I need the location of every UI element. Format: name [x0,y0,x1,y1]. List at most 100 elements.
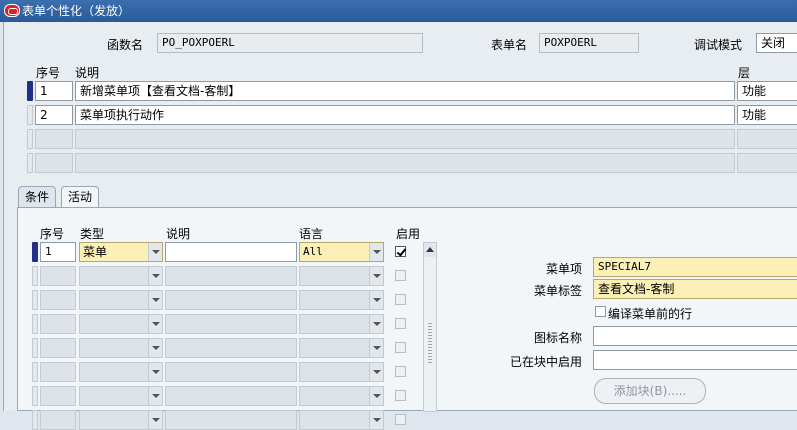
rule-row-1-desc[interactable]: 新增菜单项【查看文档-客制】 [75,81,735,101]
action-row-6-type-select[interactable] [79,362,163,382]
action-row-3-type-select[interactable] [79,290,163,310]
actions-col-lang: 语言 [299,227,324,241]
action-row-5-seq[interactable] [40,338,76,358]
rule-row-3-desc[interactable] [75,129,735,149]
chevron-down-icon[interactable] [369,339,383,357]
action-row-2-enabled-checkbox[interactable] [395,270,406,281]
rule-row-3-seq[interactable] [35,129,73,149]
action-row-3-desc[interactable] [165,290,297,310]
enabled-in-block-label: 已在块中启用 [509,355,582,369]
action-row-5-lang-select[interactable] [299,338,384,358]
action-row-2-indicator[interactable] [32,266,38,286]
action-row-8-lang-select[interactable] [299,410,384,430]
action-row-7-desc[interactable] [165,386,297,406]
function-name-field[interactable]: PO_POXPOERL [157,33,423,53]
action-row-4-desc[interactable] [165,314,297,334]
icon-name-field[interactable] [593,326,797,346]
action-row-1-enabled-checkbox[interactable] [395,246,406,257]
add-block-button[interactable]: 添加块(B)..... [594,378,706,404]
chevron-down-icon[interactable] [369,267,383,285]
action-row-8-type-select[interactable] [79,410,163,430]
scroll-up-icon[interactable] [424,243,436,257]
action-row-4-enabled-checkbox[interactable] [395,318,406,329]
rule-row-2-desc[interactable]: 菜单项执行动作 [75,105,735,125]
action-row-4-lang-select[interactable] [299,314,384,334]
action-row-5-indicator[interactable] [32,338,38,358]
action-row-2-lang-select[interactable] [299,266,384,286]
actions-col-desc: 说明 [166,227,191,241]
action-row-3-lang-select[interactable] [299,290,384,310]
action-row-1-lang-select[interactable]: All [299,242,384,262]
chevron-down-icon[interactable] [148,363,162,381]
chevron-down-icon[interactable] [369,243,383,261]
chevron-down-icon[interactable] [369,363,383,381]
action-row-6-lang-select[interactable] [299,362,384,382]
action-row-7-type-select[interactable] [79,386,163,406]
rule-row-4-indicator[interactable] [27,153,33,173]
chevron-down-icon[interactable] [369,387,383,405]
action-row-1-type-select[interactable]: 菜单 [79,242,163,262]
action-row-8-seq[interactable] [40,410,76,430]
menu-label-field[interactable]: 查看文档-客制 [593,279,797,299]
chevron-down-icon[interactable] [148,411,162,429]
action-row-1-indicator[interactable] [32,242,38,262]
action-row-7-enabled-checkbox[interactable] [395,390,406,401]
action-row-8-indicator[interactable] [32,410,38,430]
form-name-field[interactable]: POXPOERL [539,33,639,53]
chevron-down-icon[interactable] [148,387,162,405]
action-row-7-seq[interactable] [40,386,76,406]
chevron-down-icon[interactable] [148,291,162,309]
action-row-2-desc[interactable] [165,266,297,286]
menu-entry-label: 菜单项 [545,262,582,276]
action-row-6-desc[interactable] [165,362,297,382]
scroll-grip[interactable] [428,323,432,363]
menu-entry-field[interactable]: SPECIAL7 [593,257,797,277]
rule-row-2-seq[interactable]: 2 [35,105,73,125]
action-row-5-type-select[interactable] [79,338,163,358]
rule-row-1-level[interactable]: 功能 [737,81,797,101]
window-title: 表单个性化（发放） [22,4,131,18]
rule-row-4-level[interactable] [737,153,797,173]
chevron-down-icon[interactable] [148,339,162,357]
tab-conditions[interactable]: 条件 [18,186,57,208]
actions-panel: 序号 类型 说明 语言 启用 1 菜单 All 菜单项 SPECIAL7 菜单标… [17,207,797,430]
action-row-5-desc[interactable] [165,338,297,358]
action-row-6-indicator[interactable] [32,362,38,382]
rule-row-4-seq[interactable] [35,153,73,173]
chevron-down-icon[interactable] [369,291,383,309]
action-row-1-desc[interactable] [165,242,297,262]
enabled-in-block-field[interactable] [593,350,797,370]
rule-row-1-indicator[interactable] [27,81,33,101]
action-row-8-desc[interactable] [165,410,297,430]
action-row-8-enabled-checkbox[interactable] [395,414,406,425]
chevron-down-icon[interactable] [148,267,162,285]
action-row-4-seq[interactable] [40,314,76,334]
action-row-7-indicator[interactable] [32,386,38,406]
actions-scrollbar[interactable] [423,242,437,412]
action-row-2-type-select[interactable] [79,266,163,286]
action-row-6-enabled-checkbox[interactable] [395,366,406,377]
chevron-down-icon[interactable] [369,411,383,429]
action-row-3-seq[interactable] [40,290,76,310]
action-row-2-seq[interactable] [40,266,76,286]
action-row-4-type-select[interactable] [79,314,163,334]
action-row-7-lang-select[interactable] [299,386,384,406]
chevron-down-icon[interactable] [148,315,162,333]
chevron-down-icon[interactable] [148,243,162,261]
tab-actions[interactable]: 活动 [61,186,100,208]
rule-row-1-seq[interactable]: 1 [35,81,73,101]
rule-row-2-level[interactable]: 功能 [737,105,797,125]
rule-row-3-level[interactable] [737,129,797,149]
action-row-6-seq[interactable] [40,362,76,382]
action-row-5-enabled-checkbox[interactable] [395,342,406,353]
action-row-1-seq[interactable]: 1 [40,242,76,262]
rule-row-4-desc[interactable] [75,153,735,173]
chevron-down-icon[interactable] [369,315,383,333]
rule-row-3-indicator[interactable] [27,129,33,149]
debug-mode-select[interactable]: 关闭 [756,33,797,53]
rule-row-2-indicator[interactable] [27,105,33,125]
action-row-3-enabled-checkbox[interactable] [395,294,406,305]
action-row-3-indicator[interactable] [32,290,38,310]
separator-checkbox[interactable] [595,306,606,317]
action-row-4-indicator[interactable] [32,314,38,334]
